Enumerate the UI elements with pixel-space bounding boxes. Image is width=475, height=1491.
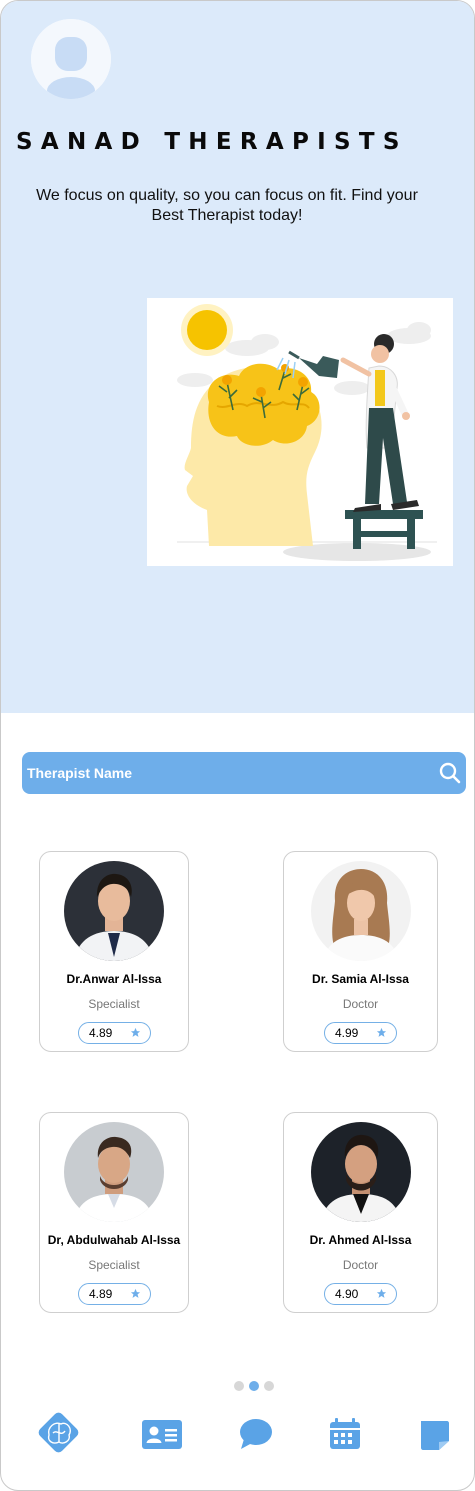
nav-notes[interactable] [411,1409,459,1461]
therapist-name: Dr. Samia Al-Issa [312,972,409,986]
therapist-name: Dr.Anwar Al-Issa [66,972,162,986]
therapist-search-bar[interactable]: Therapist Name [22,752,466,794]
nav-profile[interactable] [139,1409,187,1461]
rating-badge: 4.89 [78,1022,151,1044]
therapist-role: Specialist [88,1258,140,1272]
therapist-role: Specialist [88,997,140,1011]
therapist-name: Dr. Ahmed Al-Issa [309,1233,412,1247]
app-brand-title: SANAD THERAPISTS [16,129,408,155]
therapist-card[interactable]: Dr. Ahmed Al-Issa Doctor 4.90 [283,1112,438,1313]
page-dot[interactable] [264,1381,274,1391]
star-icon [376,1027,387,1037]
search-icon[interactable] [439,762,461,784]
rating-badge: 4.99 [324,1022,397,1044]
hero-section: SANAD THERAPISTS We focus on quality, so… [1,1,474,713]
contact-card-icon[interactable] [139,1409,187,1461]
chat-bubble-icon[interactable] [233,1409,281,1461]
star-icon [376,1288,387,1298]
app-frame: SANAD THERAPISTS We focus on quality, so… [0,0,475,1491]
brain-logo-icon[interactable] [35,1409,83,1461]
rating-value: 4.90 [335,1287,359,1301]
tagline: We focus on quality, so you can focus on… [36,187,418,224]
rating-badge: 4.90 [324,1283,397,1305]
rating-value: 4.89 [89,1287,113,1301]
search-input[interactable]: Therapist Name [27,765,132,781]
therapist-photo [311,861,411,961]
nav-home[interactable] [35,1409,83,1461]
rating-value: 4.99 [335,1026,359,1040]
therapist-role: Doctor [342,1258,379,1272]
therapist-photo [311,1122,411,1222]
therapist-card[interactable]: Dr.Anwar Al-Issa Specialist 4.89 [39,851,189,1052]
therapist-photo [64,861,164,961]
calendar-icon[interactable] [321,1409,369,1461]
page-dot-active[interactable] [249,1381,259,1391]
pagination-dots [234,1381,274,1391]
star-icon [130,1027,141,1037]
therapist-photo [64,1122,164,1222]
user-avatar-icon[interactable] [31,19,111,99]
mind-growth-illustration [147,298,453,566]
therapist-card[interactable]: Dr, Abdulwahab Al-Issa Specialist 4.89 [39,1112,189,1313]
therapist-role: Doctor [342,997,379,1011]
rating-badge: 4.89 [78,1283,151,1305]
note-icon[interactable] [411,1409,459,1461]
rating-value: 4.89 [89,1026,113,1040]
star-icon [130,1288,141,1298]
bottom-navigation [1,1409,474,1461]
therapist-card[interactable]: Dr. Samia Al-Issa Doctor 4.99 [283,851,438,1052]
therapist-name: Dr, Abdulwahab Al-Issa [47,1233,181,1247]
nav-calendar[interactable] [321,1409,369,1461]
page-dot[interactable] [234,1381,244,1391]
nav-chat[interactable] [233,1409,281,1461]
